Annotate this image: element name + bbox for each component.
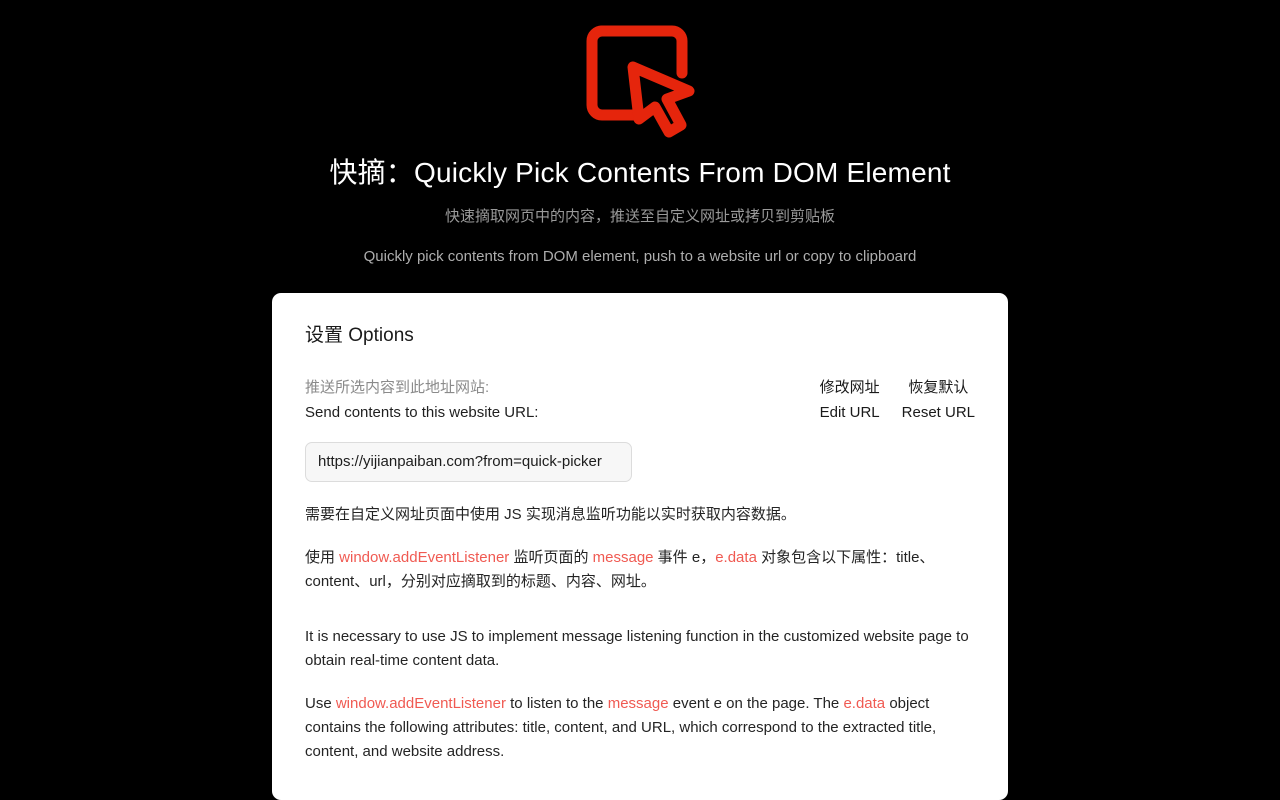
en2-code-edata: e.data (843, 695, 886, 712)
page-title: 快摘：Quickly Pick Contents From DOM Elemen… (329, 157, 951, 188)
url-field-actions: 修改网址 Edit URL 恢复默认 Reset URL (820, 375, 975, 425)
cn2-text-1: 使用 (305, 549, 340, 566)
description-chinese-2: 使用 window.addEventListener 监听页面的 message… (305, 546, 975, 594)
cn2-code-edata: e.data (715, 549, 757, 566)
description-english-1: It is necessary to use JS to implement m… (305, 628, 969, 669)
cn2-text-3: 事件 e， (653, 549, 716, 566)
dom-element-picker-cursor-icon (586, 25, 695, 137)
app-logo (570, 14, 710, 143)
cn2-text-2: 监听页面的 (509, 549, 593, 566)
url-label-chinese: 推送所选内容到此地址网站: (305, 379, 490, 396)
subtitle-english: Quickly pick contents from DOM element, … (363, 248, 917, 265)
edit-url-label-chinese: 修改网址 (819, 379, 880, 396)
url-field-header: 推送所选内容到此地址网站: Send contents to this webs… (305, 375, 975, 425)
url-label-english: Send contents to this website URL: (305, 404, 539, 421)
url-field-labels: 推送所选内容到此地址网站: Send contents to this webs… (305, 375, 538, 425)
edit-url-button[interactable]: 修改网址 Edit URL (820, 375, 880, 425)
description-chinese-1: 需要在自定义网址页面中使用 JS 实现消息监听功能以实时获取内容数据。 (305, 506, 796, 523)
edit-url-label-english: Edit URL (819, 404, 880, 421)
reset-url-label-english: Reset URL (901, 404, 975, 421)
cn2-code-addeventlistener: window.addEventListener (339, 549, 510, 566)
en2-code-addeventlistener: window.addEventListener (335, 695, 506, 712)
description-english-2: Use window.addEventListener to listen to… (305, 692, 975, 764)
options-card: 设置 Options 推送所选内容到此地址网站: Send contents t… (272, 293, 1008, 800)
en2-text-3: event e on the page. The (668, 695, 844, 712)
en2-text-2: to listen to the (505, 695, 608, 712)
reset-url-button[interactable]: 恢复默认 Reset URL (902, 375, 975, 425)
subtitle-chinese: 快速摘取网页中的内容，推送至自定义网址或拷贝到剪贴板 (444, 208, 835, 225)
card-title: 设置 Options (305, 325, 414, 346)
en2-text-1: Use (305, 695, 336, 712)
cn2-code-message: message (592, 549, 654, 566)
page-root: 快摘：Quickly Pick Contents From DOM Elemen… (0, 0, 1280, 800)
website-url-input[interactable] (305, 442, 632, 482)
reset-url-label-chinese: 恢复默认 (908, 379, 969, 396)
en2-code-message: message (607, 695, 669, 712)
